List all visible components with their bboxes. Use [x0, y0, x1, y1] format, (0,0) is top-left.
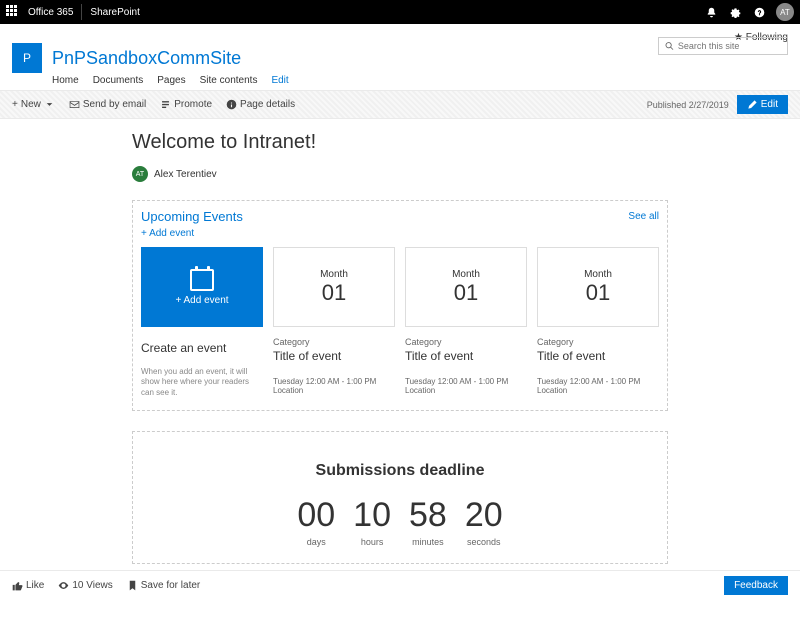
author-avatar[interactable]: AT	[132, 166, 148, 182]
site-title[interactable]: PnPSandboxCommSite	[52, 48, 241, 69]
search-box[interactable]	[658, 37, 788, 55]
add-event-link[interactable]: + Add event	[133, 228, 667, 239]
events-heading: Upcoming Events	[141, 209, 243, 224]
like-button[interactable]: Like	[12, 580, 44, 591]
nav-site-contents[interactable]: Site contents	[200, 75, 258, 86]
office-label[interactable]: Office 365	[28, 7, 73, 18]
suite-bar: Office 365 SharePoint AT	[0, 0, 800, 24]
create-desc: When you add an event, it will show here…	[141, 367, 263, 398]
eye-icon	[58, 580, 69, 591]
user-avatar[interactable]: AT	[776, 3, 794, 21]
promote-icon	[160, 99, 171, 110]
app-name[interactable]: SharePoint	[90, 7, 139, 18]
events-webpart: Upcoming Events See all + Add event + Ad…	[132, 200, 668, 411]
event-card[interactable]: Month01 Category Title of event Tuesday …	[273, 247, 395, 398]
page-content: Welcome to Intranet! AT Alex Terentiev U…	[0, 119, 800, 624]
pencil-icon	[747, 99, 758, 110]
create-event-card[interactable]: + Add event Create an event When you add…	[141, 247, 263, 398]
bookmark-icon	[127, 580, 138, 591]
feedback-button[interactable]: Feedback	[724, 576, 788, 595]
divider	[81, 4, 82, 20]
site-logo[interactable]: P	[12, 43, 42, 73]
views-button[interactable]: 10 Views	[58, 580, 112, 591]
like-icon	[12, 580, 23, 591]
settings-icon[interactable]	[728, 5, 742, 19]
search-icon	[665, 41, 674, 51]
new-button[interactable]: + New	[12, 99, 55, 110]
search-input[interactable]	[678, 41, 781, 51]
countdown-webpart: Submissions deadline 00days 10hours 58mi…	[132, 431, 668, 564]
cd-minutes: 58	[409, 496, 447, 535]
help-icon[interactable]	[752, 5, 766, 19]
site-header: Following P PnPSandboxCommSite Home Docu…	[0, 24, 800, 90]
see-all-link[interactable]: See all	[628, 211, 659, 222]
footer-bar: Like 10 Views Save for later Feedback	[0, 570, 800, 600]
command-bar: + New Send by email Promote Page details…	[0, 90, 800, 119]
mail-icon	[69, 99, 80, 110]
info-icon	[226, 99, 237, 110]
event-card[interactable]: Month01 Category Title of event Tuesday …	[405, 247, 527, 398]
cd-days: 00	[297, 496, 335, 535]
site-nav: Home Documents Pages Site contents Edit	[52, 75, 788, 86]
promote-button[interactable]: Promote	[160, 99, 212, 110]
page-title: Welcome to Intranet!	[132, 131, 668, 154]
save-for-later-button[interactable]: Save for later	[127, 580, 200, 591]
author-row: AT Alex Terentiev	[132, 166, 668, 182]
edit-button[interactable]: Edit	[737, 95, 788, 114]
notifications-icon[interactable]	[704, 5, 718, 19]
event-card[interactable]: Month01 Category Title of event Tuesday …	[537, 247, 659, 398]
nav-edit[interactable]: Edit	[271, 75, 288, 86]
calendar-icon	[190, 269, 214, 291]
send-by-email-button[interactable]: Send by email	[69, 99, 146, 110]
nav-home[interactable]: Home	[52, 75, 79, 86]
nav-pages[interactable]: Pages	[157, 75, 185, 86]
page-details-button[interactable]: Page details	[226, 99, 295, 110]
create-title: Create an event	[141, 341, 263, 355]
cd-seconds: 20	[465, 496, 503, 535]
published-label: Published 2/27/2019	[647, 100, 729, 110]
chevron-down-icon	[44, 99, 55, 110]
nav-documents[interactable]: Documents	[93, 75, 144, 86]
cd-hours: 10	[353, 496, 391, 535]
app-launcher-icon[interactable]	[6, 5, 20, 19]
countdown-title: Submissions deadline	[133, 462, 667, 480]
add-event-tile-label: + Add event	[175, 295, 228, 306]
author-name[interactable]: Alex Terentiev	[154, 169, 217, 180]
